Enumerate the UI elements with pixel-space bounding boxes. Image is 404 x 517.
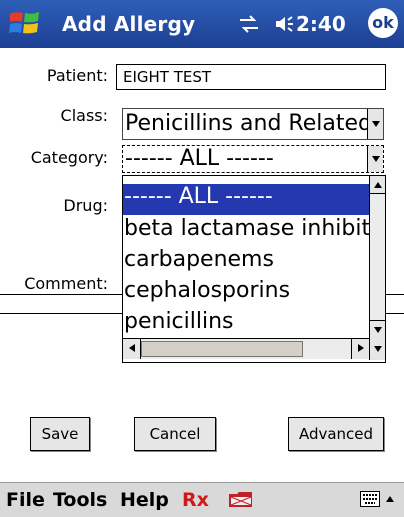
patient-label: Patient: [46, 66, 108, 85]
dropdown-item-beta-lactamase[interactable]: beta lactamase inhibitors [123, 216, 370, 247]
scroll-up-icon[interactable] [370, 176, 385, 194]
title-bar: Add Allergy 2:40 ok [0, 0, 404, 48]
category-select-value: ------ ALL ------ [125, 146, 274, 171]
class-select-value: Penicillins and Related [125, 111, 372, 136]
vertical-scrollbar[interactable] [369, 176, 385, 338]
dropdown-item-penicillins[interactable]: penicillins [123, 309, 370, 340]
scroll-thumb[interactable] [141, 341, 303, 357]
horizontal-scrollbar[interactable] [123, 338, 369, 359]
window-title: Add Allergy [62, 12, 196, 36]
category-label: Category: [30, 148, 108, 167]
menu-tools[interactable]: Tools [53, 489, 107, 511]
menu-bar: File Tools Help Rx [0, 482, 404, 517]
cancel-button[interactable]: Cancel [134, 417, 216, 451]
folder-icon[interactable] [228, 489, 254, 509]
scroll-down-icon[interactable] [370, 320, 385, 338]
advanced-button[interactable]: Advanced [288, 417, 384, 451]
scroll-left-icon[interactable] [123, 339, 141, 359]
drug-label: Drug: [63, 196, 108, 215]
dropdown-item-cephalosporins[interactable]: cephalosporins [123, 278, 370, 309]
scroll-right-icon[interactable] [351, 339, 369, 359]
category-dropdown-list[interactable]: ------ ALL ------ beta lactamase inhibit… [122, 175, 386, 363]
patient-field[interactable]: EIGHT TEST [116, 64, 386, 90]
category-select[interactable]: ------ ALL ------ [122, 145, 384, 173]
menu-rx[interactable]: Rx [182, 489, 209, 511]
clock-time[interactable]: 2:40 [296, 12, 346, 36]
chevron-down-icon[interactable] [369, 338, 385, 360]
save-button[interactable]: Save [30, 417, 90, 451]
class-select[interactable]: Penicillins and Related [122, 108, 384, 140]
ok-button[interactable]: ok [368, 8, 398, 38]
windows-start-icon[interactable] [8, 8, 42, 40]
comment-label: Comment: [24, 274, 108, 293]
dropdown-item-carbapenems[interactable]: carbapenems [123, 247, 370, 278]
connectivity-icon[interactable] [237, 14, 261, 34]
menu-help[interactable]: Help [120, 489, 169, 511]
chevron-down-icon[interactable] [367, 146, 383, 172]
class-label: Class: [60, 106, 108, 125]
keyboard-icon[interactable] [360, 491, 380, 507]
dropdown-item-all[interactable]: ------ ALL ------ [123, 184, 370, 215]
menu-file[interactable]: File [6, 489, 45, 511]
volume-icon[interactable] [274, 14, 294, 34]
input-panel-arrow-icon[interactable] [386, 496, 394, 502]
chevron-down-icon[interactable] [367, 109, 383, 139]
